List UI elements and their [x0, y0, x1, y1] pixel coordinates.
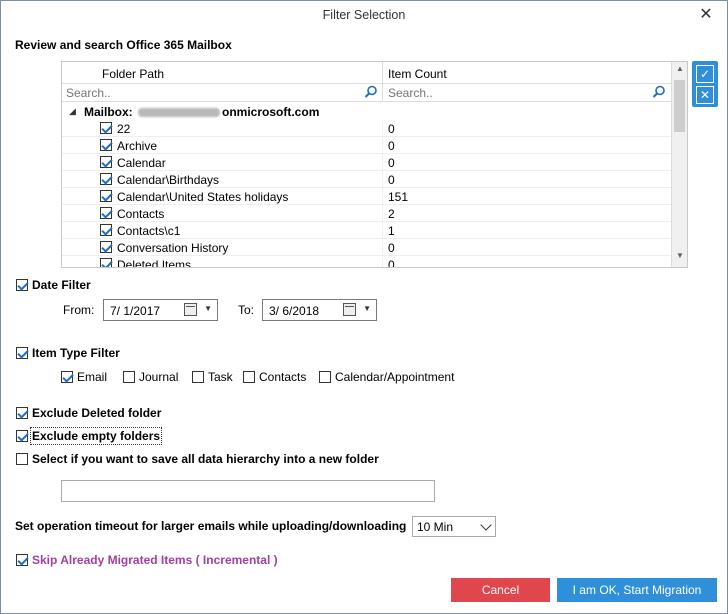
skip-migrated-checkbox[interactable]: Skip Already Migrated Items ( Incrementa…: [16, 553, 278, 567]
item-count-cell: 151: [388, 190, 409, 204]
calendar-icon[interactable]: [184, 303, 197, 316]
checkbox-icon[interactable]: [16, 407, 28, 419]
checkbox-icon[interactable]: [123, 371, 135, 383]
redacted-email: [138, 108, 221, 118]
cancel-button[interactable]: Cancel: [451, 578, 550, 602]
column-header-folder-path[interactable]: Folder Path: [102, 67, 164, 81]
item-count-cell: 0: [388, 258, 395, 268]
contacts-checkbox[interactable]: Contacts: [243, 370, 306, 384]
checkbox-icon[interactable]: [100, 224, 112, 236]
folder-path-cell: 22: [117, 122, 131, 136]
from-date-picker[interactable]: 7/ 1/2017 ▼: [103, 299, 218, 321]
checkbox-icon[interactable]: [100, 122, 112, 134]
chevron-down-icon[interactable]: ▼: [204, 304, 212, 313]
title-bar: Filter Selection ✕: [1, 1, 727, 31]
table-row[interactable]: Archive 0: [62, 137, 672, 154]
folder-rows: 22 0 Archive 0 Calendar 0 Calendar\Birthdays 0 C…: [62, 120, 672, 268]
table-row[interactable]: Deleted Items 0: [62, 256, 672, 268]
exclude-empty-checkbox[interactable]: Exclude empty folders: [16, 427, 163, 445]
checkbox-icon[interactable]: [100, 190, 112, 202]
folder-path-cell: Archive: [117, 139, 158, 153]
search-icon[interactable]: [652, 85, 666, 99]
chevron-down-icon[interactable]: ▼: [363, 304, 371, 313]
to-date-picker[interactable]: 3/ 6/2018 ▼: [262, 299, 377, 321]
from-label: From:: [63, 303, 95, 317]
grid-vertical-scrollbar[interactable]: ▲ ▼: [671, 62, 687, 267]
search-icon[interactable]: [364, 85, 378, 99]
item-count-cell: 0: [388, 241, 395, 255]
folder-path-cell: Calendar: [117, 156, 166, 170]
mailbox-suffix: onmicrosoft.com: [222, 105, 320, 119]
item-count-cell: 0: [388, 173, 395, 187]
table-row[interactable]: Contacts\c1 1: [62, 222, 672, 239]
folder-search-input[interactable]: [62, 84, 362, 102]
scroll-up-arrow-icon[interactable]: ▲: [672, 64, 687, 78]
item-type-filter-checkbox[interactable]: Item Type Filter: [16, 346, 120, 360]
folder-path-cell: Contacts: [117, 207, 165, 221]
chevron-down-icon[interactable]: [480, 519, 492, 531]
checkbox-icon[interactable]: [100, 258, 112, 267]
table-row[interactable]: 22 0: [62, 120, 672, 137]
section-title: Review and search Office 365 Mailbox: [15, 38, 232, 52]
to-label: To:: [238, 303, 255, 317]
folder-path-cell: Calendar\Birthdays: [117, 173, 220, 187]
exclude-deleted-checkbox[interactable]: Exclude Deleted folder: [16, 406, 161, 420]
dialog-title: Filter Selection: [322, 8, 406, 22]
scroll-thumb[interactable]: [674, 80, 685, 132]
column-header-item-count[interactable]: Item Count: [388, 67, 447, 81]
item-count-cell: 0: [388, 122, 395, 136]
grid-header: Folder Path Item Count: [62, 62, 672, 84]
close-icon[interactable]: ✕: [695, 5, 717, 25]
folder-path-cell: Conversation History: [117, 241, 229, 255]
date-filter-checkbox[interactable]: Date Filter: [16, 278, 91, 292]
checkbox-icon[interactable]: [100, 139, 112, 151]
table-row[interactable]: Calendar\Birthdays 0: [62, 171, 672, 188]
task-checkbox[interactable]: Task: [192, 370, 233, 384]
table-row[interactable]: Conversation History 0: [62, 239, 672, 256]
checkbox-icon[interactable]: [16, 554, 28, 566]
checkbox-icon[interactable]: [319, 371, 331, 383]
select-tools: ✓ ✕: [692, 61, 718, 107]
table-row[interactable]: Calendar\United States holidays 151: [62, 188, 672, 205]
scroll-down-arrow-icon[interactable]: ▼: [672, 251, 687, 265]
checkbox-icon[interactable]: [100, 173, 112, 185]
checkbox-icon[interactable]: [100, 241, 112, 253]
mailbox-prefix: Mailbox:: [84, 105, 133, 119]
uncheck-all-icon[interactable]: ✕: [696, 86, 714, 104]
filter-selection-dialog: Filter Selection ✕ Review and search Off…: [0, 0, 728, 614]
collapse-triangle-icon[interactable]: ◢: [69, 106, 76, 117]
start-migration-button[interactable]: I am OK, Start Migration: [557, 578, 717, 602]
email-checkbox[interactable]: Email: [61, 370, 107, 384]
item-count-cell: 0: [388, 156, 395, 170]
timeout-label: Set operation timeout for larger emails …: [15, 519, 407, 533]
count-search-input[interactable]: [384, 84, 650, 102]
journal-checkbox[interactable]: Journal: [123, 370, 178, 384]
folder-path-cell: Contacts\c1: [117, 224, 181, 238]
checkbox-icon[interactable]: [192, 371, 204, 383]
item-count-cell: 2: [388, 207, 395, 221]
item-count-cell: 0: [388, 139, 395, 153]
calendar-appointment-checkbox[interactable]: Calendar/Appointment: [319, 370, 454, 384]
timeout-select[interactable]: 10 Min: [412, 516, 496, 537]
checkbox-icon[interactable]: [100, 207, 112, 219]
checkbox-icon[interactable]: [16, 347, 28, 359]
folder-path-cell: Deleted Items: [117, 258, 192, 268]
folder-grid: Folder Path Item Count ◢ Mailbox: onmicr…: [61, 61, 688, 268]
mailbox-tree-node[interactable]: ◢ Mailbox: onmicrosoft.com: [62, 103, 672, 120]
save-hierarchy-checkbox[interactable]: Select if you want to save all data hier…: [16, 452, 379, 466]
checkbox-icon[interactable]: [16, 430, 28, 442]
calendar-icon[interactable]: [343, 303, 356, 316]
new-folder-name-input[interactable]: [61, 480, 435, 502]
checkbox-icon[interactable]: [61, 371, 73, 383]
checkbox-icon[interactable]: [100, 156, 112, 168]
grid-search-row: [62, 84, 672, 102]
checkbox-icon[interactable]: [243, 371, 255, 383]
checkbox-icon[interactable]: [16, 453, 28, 465]
table-row[interactable]: Contacts 2: [62, 205, 672, 222]
checkbox-icon[interactable]: [16, 279, 28, 291]
check-all-icon[interactable]: ✓: [696, 65, 714, 83]
table-row[interactable]: Calendar 0: [62, 154, 672, 171]
folder-path-cell: Calendar\United States holidays: [117, 190, 289, 204]
item-count-cell: 1: [388, 224, 395, 238]
